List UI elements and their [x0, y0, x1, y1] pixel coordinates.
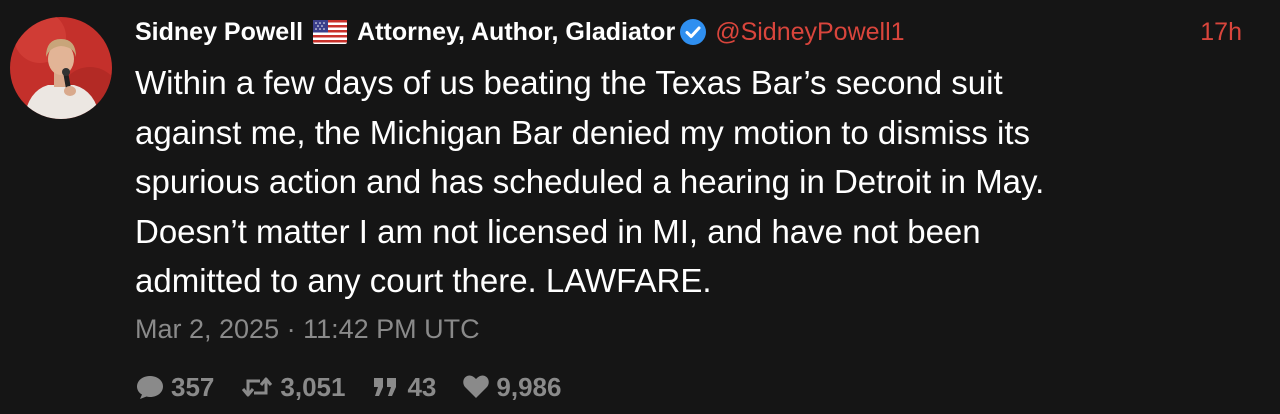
tweet-header: Sidney Powell Attorney, Author, Gladiato… — [135, 14, 905, 50]
like-button[interactable]: 9,986 — [462, 372, 561, 403]
retweet-icon — [240, 374, 274, 400]
us-flag-icon — [313, 20, 348, 44]
like-count: 9,986 — [496, 371, 562, 402]
tweet-card: Sidney Powell Attorney, Author, Gladiato… — [0, 0, 1280, 414]
author-bio: Attorney, Author, Gladiator — [357, 17, 676, 46]
avatar[interactable] — [10, 17, 112, 119]
heart-icon — [462, 374, 490, 400]
reply-count: 357 — [171, 371, 215, 402]
tweet-timestamp[interactable]: Mar 2, 2025 · 11:42 PM UTC — [135, 314, 480, 345]
relative-time[interactable]: 17h — [1200, 14, 1242, 50]
tweet-text: Within a few days of us beating the Texa… — [135, 64, 1045, 299]
retweet-count: 3,051 — [280, 371, 346, 402]
verified-badge-icon — [679, 18, 707, 46]
comment-icon — [135, 373, 165, 401]
author-handle[interactable]: @SidneyPowell1 — [715, 18, 904, 47]
quote-count: 43 — [407, 371, 437, 402]
quote-button[interactable]: 43 — [371, 372, 436, 403]
reply-button[interactable]: 357 — [135, 372, 214, 403]
tweet-actions: 357 3,051 43 9,986 — [135, 367, 587, 407]
quote-icon — [371, 375, 401, 399]
author-display-name[interactable]: Sidney Powell — [135, 18, 303, 47]
retweet-button[interactable]: 3,051 — [240, 372, 345, 403]
avatar-image — [10, 17, 112, 119]
